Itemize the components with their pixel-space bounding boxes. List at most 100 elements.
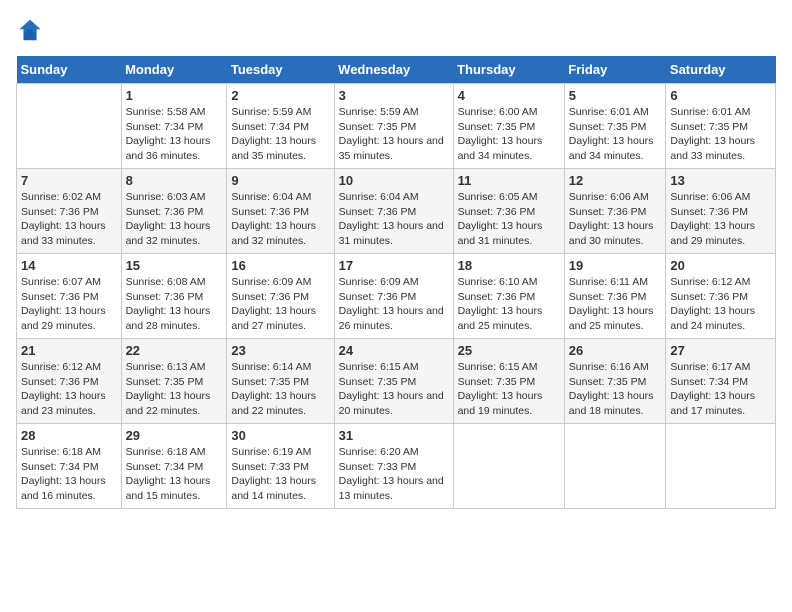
calendar-cell: 10 Sunrise: 6:04 AM Sunset: 7:36 PM Dayl… [334,169,453,254]
daylight-text: Daylight: 13 hours and 25 minutes. [458,304,560,333]
day-info: Sunrise: 6:10 AM Sunset: 7:36 PM Dayligh… [458,275,560,334]
sunrise-text: Sunrise: 6:11 AM [569,275,662,290]
sunrise-text: Sunrise: 5:59 AM [339,105,449,120]
day-info: Sunrise: 6:06 AM Sunset: 7:36 PM Dayligh… [569,190,662,249]
daylight-text: Daylight: 13 hours and 33 minutes. [21,219,117,248]
day-info: Sunrise: 6:01 AM Sunset: 7:35 PM Dayligh… [670,105,771,164]
day-number: 7 [21,173,117,188]
sunrise-text: Sunrise: 6:06 AM [569,190,662,205]
day-number: 9 [231,173,329,188]
sunrise-text: Sunrise: 6:20 AM [339,445,449,460]
day-info: Sunrise: 6:09 AM Sunset: 7:36 PM Dayligh… [339,275,449,334]
calendar-cell: 26 Sunrise: 6:16 AM Sunset: 7:35 PM Dayl… [564,339,666,424]
sunrise-text: Sunrise: 6:00 AM [458,105,560,120]
sunset-text: Sunset: 7:35 PM [569,375,662,390]
daylight-text: Daylight: 13 hours and 36 minutes. [126,134,223,163]
day-info: Sunrise: 6:13 AM Sunset: 7:35 PM Dayligh… [126,360,223,419]
day-info: Sunrise: 6:03 AM Sunset: 7:36 PM Dayligh… [126,190,223,249]
daylight-text: Daylight: 13 hours and 33 minutes. [670,134,771,163]
sunrise-text: Sunrise: 6:16 AM [569,360,662,375]
calendar-cell: 31 Sunrise: 6:20 AM Sunset: 7:33 PM Dayl… [334,424,453,509]
day-info: Sunrise: 6:12 AM Sunset: 7:36 PM Dayligh… [21,360,117,419]
calendar-cell: 21 Sunrise: 6:12 AM Sunset: 7:36 PM Dayl… [17,339,122,424]
sunset-text: Sunset: 7:34 PM [126,120,223,135]
daylight-text: Daylight: 13 hours and 29 minutes. [21,304,117,333]
calendar-cell: 1 Sunrise: 5:58 AM Sunset: 7:34 PM Dayli… [121,84,227,169]
day-info: Sunrise: 6:14 AM Sunset: 7:35 PM Dayligh… [231,360,329,419]
calendar-week-row: 14 Sunrise: 6:07 AM Sunset: 7:36 PM Dayl… [17,254,776,339]
calendar-cell [564,424,666,509]
sunrise-text: Sunrise: 6:18 AM [21,445,117,460]
sunset-text: Sunset: 7:36 PM [339,205,449,220]
day-number: 14 [21,258,117,273]
day-info: Sunrise: 6:05 AM Sunset: 7:36 PM Dayligh… [458,190,560,249]
day-number: 15 [126,258,223,273]
weekday-header-saturday: Saturday [666,56,776,84]
sunrise-text: Sunrise: 6:12 AM [21,360,117,375]
sunset-text: Sunset: 7:35 PM [670,120,771,135]
sunrise-text: Sunrise: 6:17 AM [670,360,771,375]
day-info: Sunrise: 6:15 AM Sunset: 7:35 PM Dayligh… [458,360,560,419]
calendar-cell: 22 Sunrise: 6:13 AM Sunset: 7:35 PM Dayl… [121,339,227,424]
calendar-cell: 3 Sunrise: 5:59 AM Sunset: 7:35 PM Dayli… [334,84,453,169]
calendar-cell: 15 Sunrise: 6:08 AM Sunset: 7:36 PM Dayl… [121,254,227,339]
daylight-text: Daylight: 13 hours and 28 minutes. [126,304,223,333]
sunset-text: Sunset: 7:36 PM [569,290,662,305]
sunset-text: Sunset: 7:36 PM [231,290,329,305]
daylight-text: Daylight: 13 hours and 35 minutes. [231,134,329,163]
day-info: Sunrise: 6:09 AM Sunset: 7:36 PM Dayligh… [231,275,329,334]
daylight-text: Daylight: 13 hours and 35 minutes. [339,134,449,163]
sunrise-text: Sunrise: 6:06 AM [670,190,771,205]
calendar-cell: 27 Sunrise: 6:17 AM Sunset: 7:34 PM Dayl… [666,339,776,424]
calendar-cell: 5 Sunrise: 6:01 AM Sunset: 7:35 PM Dayli… [564,84,666,169]
sunrise-text: Sunrise: 6:13 AM [126,360,223,375]
calendar-cell: 7 Sunrise: 6:02 AM Sunset: 7:36 PM Dayli… [17,169,122,254]
sunset-text: Sunset: 7:35 PM [339,120,449,135]
sunset-text: Sunset: 7:36 PM [670,290,771,305]
daylight-text: Daylight: 13 hours and 30 minutes. [569,219,662,248]
calendar-cell: 29 Sunrise: 6:18 AM Sunset: 7:34 PM Dayl… [121,424,227,509]
day-info: Sunrise: 6:19 AM Sunset: 7:33 PM Dayligh… [231,445,329,504]
sunset-text: Sunset: 7:34 PM [670,375,771,390]
sunset-text: Sunset: 7:36 PM [21,205,117,220]
logo [16,16,48,44]
day-number: 24 [339,343,449,358]
sunset-text: Sunset: 7:34 PM [21,460,117,475]
sunset-text: Sunset: 7:33 PM [339,460,449,475]
sunrise-text: Sunrise: 6:01 AM [670,105,771,120]
sunset-text: Sunset: 7:35 PM [126,375,223,390]
sunset-text: Sunset: 7:36 PM [126,290,223,305]
sunrise-text: Sunrise: 6:07 AM [21,275,117,290]
calendar-cell: 6 Sunrise: 6:01 AM Sunset: 7:35 PM Dayli… [666,84,776,169]
daylight-text: Daylight: 13 hours and 13 minutes. [339,474,449,503]
daylight-text: Daylight: 13 hours and 23 minutes. [21,389,117,418]
sunrise-text: Sunrise: 6:10 AM [458,275,560,290]
calendar-cell: 11 Sunrise: 6:05 AM Sunset: 7:36 PM Dayl… [453,169,564,254]
day-info: Sunrise: 6:15 AM Sunset: 7:35 PM Dayligh… [339,360,449,419]
day-number: 13 [670,173,771,188]
day-number: 28 [21,428,117,443]
sunset-text: Sunset: 7:36 PM [569,205,662,220]
calendar-week-row: 7 Sunrise: 6:02 AM Sunset: 7:36 PM Dayli… [17,169,776,254]
calendar-cell: 4 Sunrise: 6:00 AM Sunset: 7:35 PM Dayli… [453,84,564,169]
sunset-text: Sunset: 7:36 PM [458,205,560,220]
daylight-text: Daylight: 13 hours and 34 minutes. [569,134,662,163]
weekday-header-tuesday: Tuesday [227,56,334,84]
daylight-text: Daylight: 13 hours and 31 minutes. [339,219,449,248]
sunrise-text: Sunrise: 6:02 AM [21,190,117,205]
daylight-text: Daylight: 13 hours and 29 minutes. [670,219,771,248]
day-info: Sunrise: 6:07 AM Sunset: 7:36 PM Dayligh… [21,275,117,334]
sunset-text: Sunset: 7:35 PM [339,375,449,390]
day-number: 6 [670,88,771,103]
calendar-cell: 24 Sunrise: 6:15 AM Sunset: 7:35 PM Dayl… [334,339,453,424]
page-header [16,16,776,44]
sunset-text: Sunset: 7:35 PM [458,375,560,390]
day-number: 4 [458,88,560,103]
sunrise-text: Sunrise: 6:05 AM [458,190,560,205]
sunrise-text: Sunrise: 6:09 AM [231,275,329,290]
sunset-text: Sunset: 7:36 PM [670,205,771,220]
day-info: Sunrise: 5:59 AM Sunset: 7:34 PM Dayligh… [231,105,329,164]
day-number: 3 [339,88,449,103]
sunset-text: Sunset: 7:34 PM [126,460,223,475]
daylight-text: Daylight: 13 hours and 25 minutes. [569,304,662,333]
